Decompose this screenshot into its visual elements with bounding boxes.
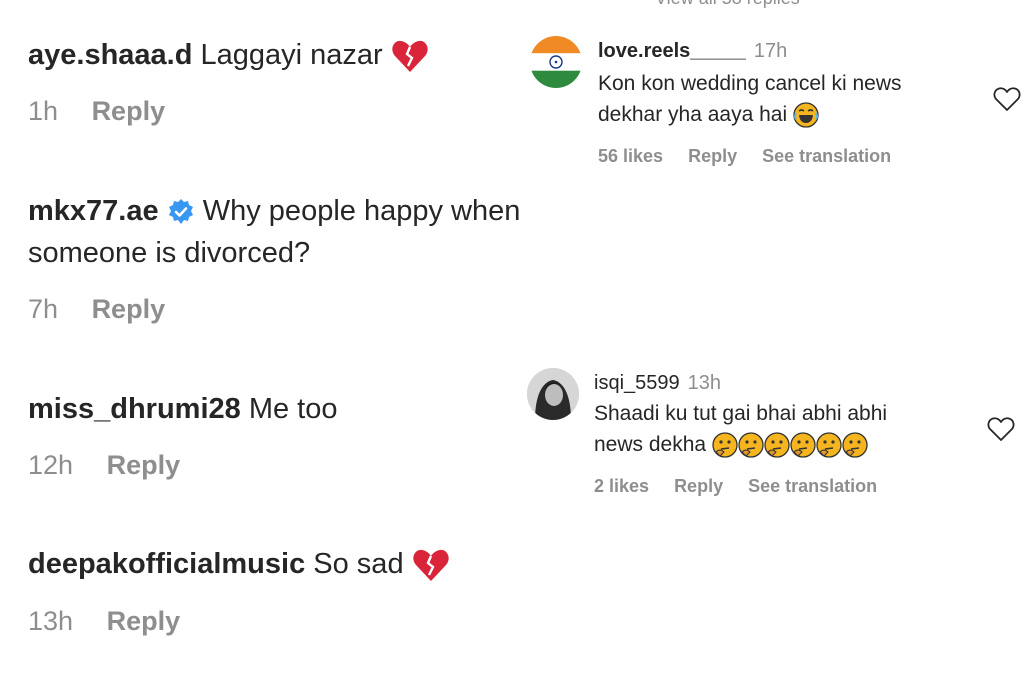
like-heart-icon[interactable] — [987, 416, 1015, 442]
comment-meta: 13h Reply — [28, 606, 180, 637]
comment-mkx77-ae: mkx77.ae Why people happy when — [28, 190, 520, 232]
reply-button[interactable]: Reply — [92, 96, 166, 126]
thinking-emoji-icon — [712, 432, 738, 459]
reply-meta: 2 likes Reply See translation — [594, 476, 897, 497]
reply-button[interactable]: Reply — [107, 606, 181, 636]
comment-text: Why people happy when — [202, 195, 521, 227]
avatar-india-flag[interactable] — [530, 36, 582, 88]
reply-header: love.reels_____ 17h — [598, 40, 787, 63]
india-flag-icon — [530, 36, 582, 88]
reply-text-line2-wrap: dekhar yha aaya hai — [598, 99, 819, 130]
likes-count[interactable]: 2 likes — [594, 476, 649, 496]
view-replies-link[interactable]: View all 58 replies — [655, 0, 800, 9]
comment-username[interactable]: mkx77.ae — [28, 195, 159, 227]
comment-time: 1h — [28, 96, 59, 126]
see-translation-button[interactable]: See translation — [748, 476, 877, 496]
see-translation-button[interactable]: See translation — [762, 146, 891, 166]
comment-meta: 1h Reply — [28, 96, 165, 127]
comment-time: 7h — [28, 294, 59, 324]
comment-username[interactable]: aye.shaaa.d — [28, 39, 192, 71]
reply-button[interactable]: Reply — [674, 476, 723, 496]
reply-text-line2: news dekha — [594, 433, 707, 456]
thinking-emoji-icon — [842, 432, 868, 459]
comment-time: 13h — [28, 606, 74, 636]
comment-aye-shaaa-d: aye.shaaa.d Laggayi nazar — [28, 34, 429, 76]
comment-text-line2: someone is divorced? — [28, 237, 311, 269]
reply-text-line2: dekhar yha aaya hai — [598, 103, 788, 126]
reply-button[interactable]: Reply — [688, 146, 737, 166]
comment-meta: 12h Reply — [28, 450, 180, 481]
comment-text: So sad — [313, 548, 404, 580]
reply-username[interactable]: love.reels_____ — [598, 40, 746, 62]
broken-heart-icon — [412, 550, 449, 582]
reply-time: 13h — [687, 372, 721, 394]
comment-text: Laggayi nazar — [200, 39, 383, 71]
reply-text-line2-wrap: news dekha — [594, 429, 868, 460]
comment-username[interactable]: miss_dhrumi28 — [28, 393, 241, 425]
comment-time: 12h — [28, 450, 74, 480]
verified-badge-icon — [168, 199, 193, 225]
likes-count[interactable]: 56 likes — [598, 146, 663, 166]
thinking-emoji-icon — [816, 432, 842, 459]
comment-meta: 7h Reply — [28, 294, 165, 325]
comment-username[interactable]: deepakofficialmusic — [28, 548, 305, 580]
laughing-emoji-icon — [793, 102, 819, 129]
comment-miss-dhrumi28: miss_dhrumi28 Me too — [28, 388, 338, 430]
reply-header: isqi_5599 13h — [594, 372, 721, 395]
reply-time: 17h — [753, 40, 788, 62]
reply-button[interactable]: Reply — [107, 450, 181, 480]
comment-text: Me too — [248, 393, 338, 425]
broken-heart-icon — [392, 41, 428, 73]
thinking-emoji-icon — [738, 432, 764, 459]
reply-button[interactable]: Reply — [92, 294, 166, 324]
thinking-emoji-row — [712, 432, 868, 459]
like-heart-icon[interactable] — [993, 86, 1021, 112]
comment-deepakofficialmusic: deepakofficialmusic So sad — [28, 543, 450, 585]
avatar-grayscale-portrait[interactable] — [527, 368, 579, 420]
thinking-emoji-icon — [764, 432, 790, 459]
reply-meta: 56 likes Reply See translation — [598, 146, 911, 167]
thinking-emoji-icon — [790, 432, 816, 459]
reply-text-line1: Shaadi ku tut gai bhai abhi abhi — [594, 402, 888, 425]
portrait-icon — [527, 368, 579, 420]
reply-username[interactable]: isqi_5599 — [594, 372, 680, 394]
reply-text-line1: Kon kon wedding cancel ki news — [598, 72, 902, 95]
